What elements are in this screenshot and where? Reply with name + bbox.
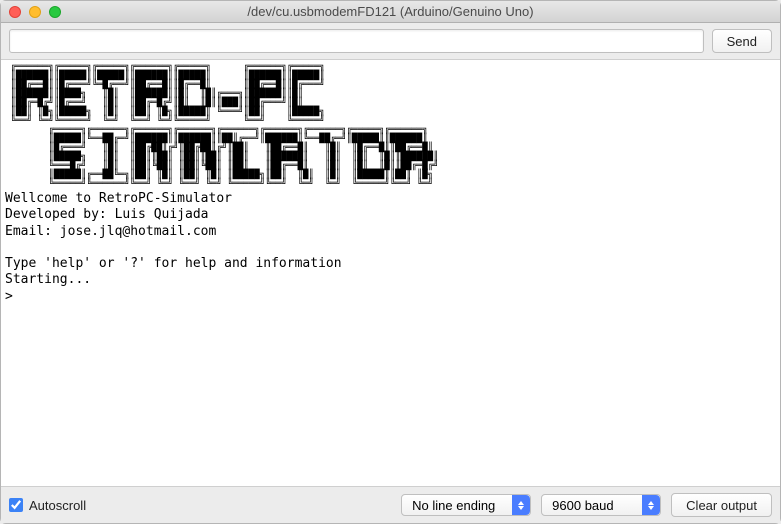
toolbar: Send	[1, 23, 780, 60]
titlebar: /dev/cu.usbmodemFD121 (Arduino/Genuino U…	[1, 1, 780, 23]
autoscroll-label: Autoscroll	[29, 498, 86, 513]
zoom-icon[interactable]	[49, 6, 61, 18]
baud-rate-select[interactable]: 9600 baud	[541, 494, 661, 516]
serial-console[interactable]: ╔══════╗╔═════╗╔═════╗╔══════╗╔═════╗ ╔═…	[1, 60, 780, 487]
baud-rate-value: 9600 baud	[552, 498, 613, 513]
ascii-art-banner: ╔══════╗╔═════╗╔═════╗╔══════╗╔═════╗ ╔═…	[5, 63, 776, 189]
chevron-updown-icon	[642, 495, 660, 515]
window-title: /dev/cu.usbmodemFD121 (Arduino/Genuino U…	[1, 4, 780, 19]
chevron-updown-icon	[512, 495, 530, 515]
minimize-icon[interactable]	[29, 6, 41, 18]
autoscroll-input[interactable]	[9, 498, 23, 512]
clear-output-button[interactable]: Clear output	[671, 493, 772, 517]
traffic-lights	[1, 6, 61, 18]
autoscroll-checkbox[interactable]: Autoscroll	[9, 498, 86, 513]
close-icon[interactable]	[9, 6, 21, 18]
send-button[interactable]: Send	[712, 29, 772, 53]
footer: Autoscroll No line ending 9600 baud Clea…	[1, 487, 780, 523]
line-ending-select[interactable]: No line ending	[401, 494, 531, 516]
serial-input[interactable]	[9, 29, 704, 53]
console-text: Wellcome to RetroPC-Simulator Developed …	[5, 191, 776, 305]
line-ending-value: No line ending	[412, 498, 495, 513]
